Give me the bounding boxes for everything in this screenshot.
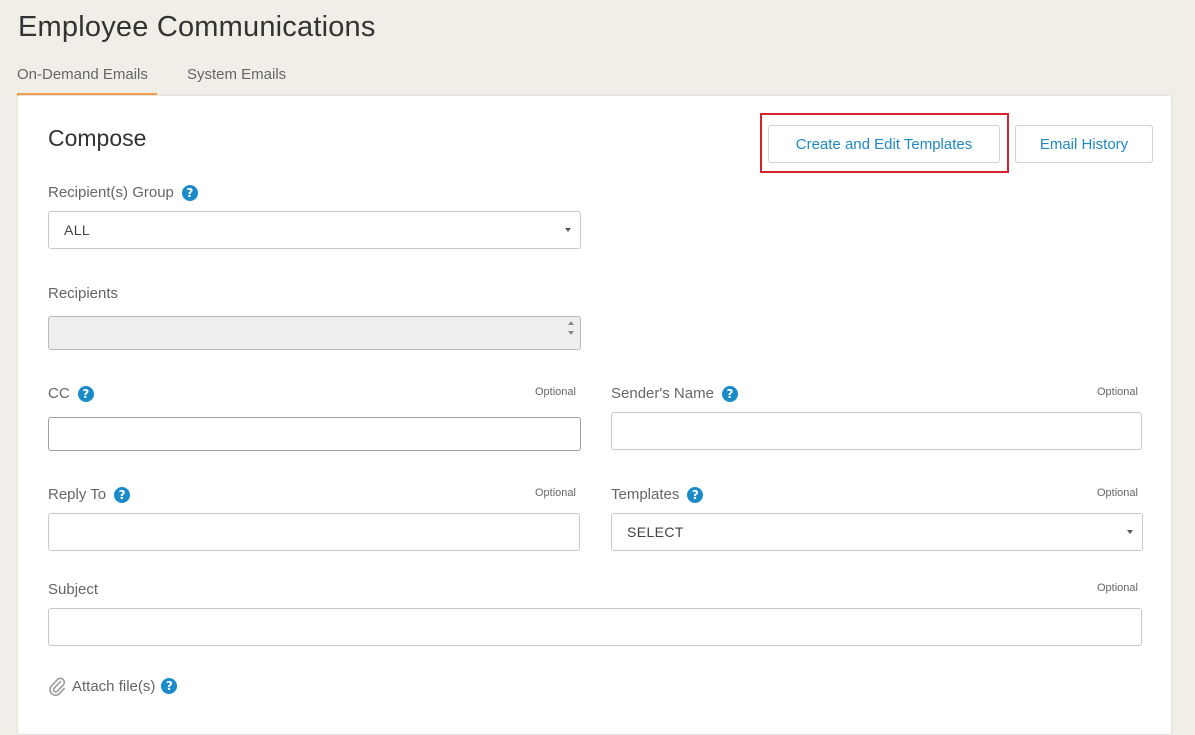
help-icon[interactable]: ?	[687, 486, 704, 503]
help-icon[interactable]: ?	[161, 678, 178, 694]
recipients-field	[48, 316, 581, 350]
reply-to-label: Reply To ?	[48, 486, 131, 503]
sender-name-input[interactable]	[611, 412, 1142, 450]
compose-title: Compose	[48, 125, 147, 151]
help-icon[interactable]: ?	[114, 486, 131, 503]
subject-optional-hint: Optional	[1097, 582, 1138, 594]
tab-system-emails[interactable]: System Emails	[187, 62, 286, 96]
cc-label: CC ?	[48, 385, 94, 402]
help-icon[interactable]: ?	[181, 184, 198, 201]
caret-down-icon	[565, 228, 571, 232]
email-history-button[interactable]: Email History	[1015, 125, 1153, 163]
reply-to-input[interactable]	[48, 513, 580, 551]
recipient-group-label: Recipient(s) Group ?	[48, 184, 198, 201]
page-title: Employee Communications	[18, 11, 376, 43]
sender-name-label: Sender's Name ?	[611, 385, 738, 402]
tab-bar: On-Demand Emails System Emails	[17, 62, 286, 96]
help-icon[interactable]: ?	[77, 385, 94, 402]
paperclip-icon	[49, 677, 66, 696]
subject-label: Subject	[48, 581, 99, 598]
caret-down-icon	[1127, 530, 1133, 534]
spinner-icon	[568, 321, 574, 335]
recipient-group-select[interactable]: ALL	[48, 211, 581, 249]
help-icon[interactable]: ?	[721, 385, 738, 402]
reply-to-optional-hint: Optional	[535, 487, 576, 499]
compose-card: Compose Create and Edit Templates Email …	[17, 95, 1172, 735]
templates-select[interactable]: SELECT	[611, 513, 1143, 551]
subject-input[interactable]	[48, 608, 1142, 646]
cc-input[interactable]	[48, 417, 581, 451]
recipients-label: Recipients	[48, 285, 119, 302]
templates-optional-hint: Optional	[1097, 487, 1138, 499]
sender-name-optional-hint: Optional	[1097, 386, 1138, 398]
attach-files-link[interactable]: Attach file(s) ?	[48, 676, 178, 696]
templates-label: Templates ?	[611, 486, 704, 503]
tab-on-demand-emails[interactable]: On-Demand Emails	[17, 62, 157, 96]
cc-optional-hint: Optional	[535, 386, 576, 398]
create-edit-templates-button[interactable]: Create and Edit Templates	[768, 125, 1000, 163]
